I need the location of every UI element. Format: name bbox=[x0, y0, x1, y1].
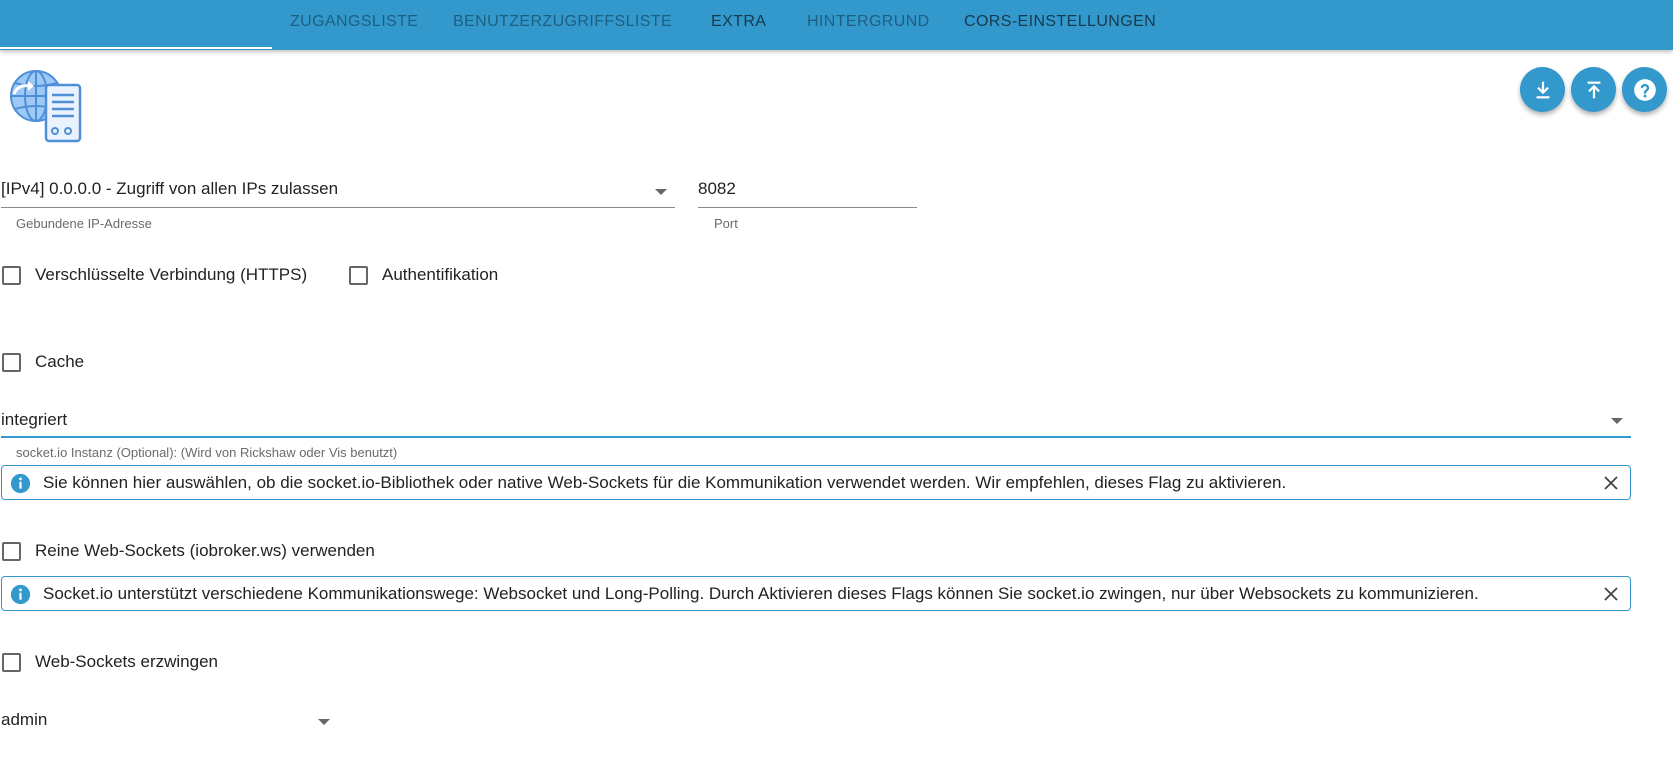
pure-websockets-label: Reine Web-Sockets (iobroker.ws) verwende… bbox=[35, 541, 375, 560]
upload-icon bbox=[1587, 81, 1600, 98]
active-tab-indicator bbox=[0, 47, 272, 49]
https-checkbox[interactable] bbox=[2, 266, 21, 285]
tab-bar: Zugangsliste Benutzerzugriffsliste Extra… bbox=[0, 0, 1673, 50]
auth-checkbox[interactable] bbox=[349, 266, 368, 285]
globe-server-icon bbox=[10, 70, 82, 143]
info-icon bbox=[10, 584, 31, 605]
download-icon bbox=[1536, 81, 1549, 98]
chevron-down-icon[interactable] bbox=[655, 189, 667, 195]
chevron-down-icon[interactable] bbox=[1611, 418, 1623, 424]
port-helper: Port bbox=[714, 216, 738, 231]
tab-extra[interactable]: Extra bbox=[711, 0, 766, 46]
cache-label: Cache bbox=[35, 352, 85, 371]
help-icon bbox=[1633, 78, 1656, 101]
chevron-down-icon[interactable] bbox=[318, 719, 330, 725]
port-underline bbox=[698, 207, 917, 208]
tab-cors-einstellungen[interactable]: CORS-Einstellungen bbox=[964, 0, 1156, 46]
default-user-select[interactable]: admin bbox=[1, 710, 47, 730]
bind-ip-select[interactable]: [IPv4] 0.0.0.0 - Zugriff von allen IPs z… bbox=[1, 179, 338, 199]
info-alert-force-ws-text: Socket.io unterstützt verschiedene Kommu… bbox=[43, 584, 1479, 603]
bind-ip-underline bbox=[1, 207, 675, 208]
force-websockets-label: Web-Sockets erzwingen bbox=[35, 652, 218, 671]
info-alert-socketio-text: Sie können hier auswählen, ob die socket… bbox=[43, 473, 1287, 492]
download-button[interactable] bbox=[1520, 67, 1565, 112]
tab-hintergrund[interactable]: Hintergrund bbox=[807, 0, 930, 46]
tab-zugangsliste[interactable]: Zugangsliste bbox=[290, 0, 418, 46]
force-websockets-checkbox[interactable] bbox=[2, 653, 21, 672]
cache-checkbox[interactable] bbox=[2, 353, 21, 372]
auth-label: Authentifikation bbox=[382, 265, 499, 284]
port-input[interactable]: 8082 bbox=[698, 179, 736, 199]
bind-ip-helper: Gebundene IP-Adresse bbox=[16, 216, 152, 231]
info-alert-socketio: Sie können hier auswählen, ob die socket… bbox=[1, 465, 1631, 500]
info-alert-force-ws: Socket.io unterstützt verschiedene Kommu… bbox=[1, 576, 1631, 611]
help-button[interactable] bbox=[1622, 67, 1667, 112]
https-label: Verschlüsselte Verbindung (HTTPS) bbox=[35, 265, 308, 284]
upload-button[interactable] bbox=[1571, 67, 1616, 112]
socketio-select[interactable]: integriert bbox=[1, 410, 67, 430]
tab-benutzerzugriffsliste[interactable]: Benutzerzugriffsliste bbox=[453, 0, 672, 46]
info-icon bbox=[10, 473, 31, 494]
socketio-helper: socket.io Instanz (Optional): (Wird von … bbox=[16, 445, 398, 460]
close-icon[interactable] bbox=[1602, 585, 1620, 603]
pure-websockets-checkbox[interactable] bbox=[2, 542, 21, 561]
socketio-underline bbox=[1, 436, 1631, 438]
close-icon[interactable] bbox=[1602, 474, 1620, 492]
